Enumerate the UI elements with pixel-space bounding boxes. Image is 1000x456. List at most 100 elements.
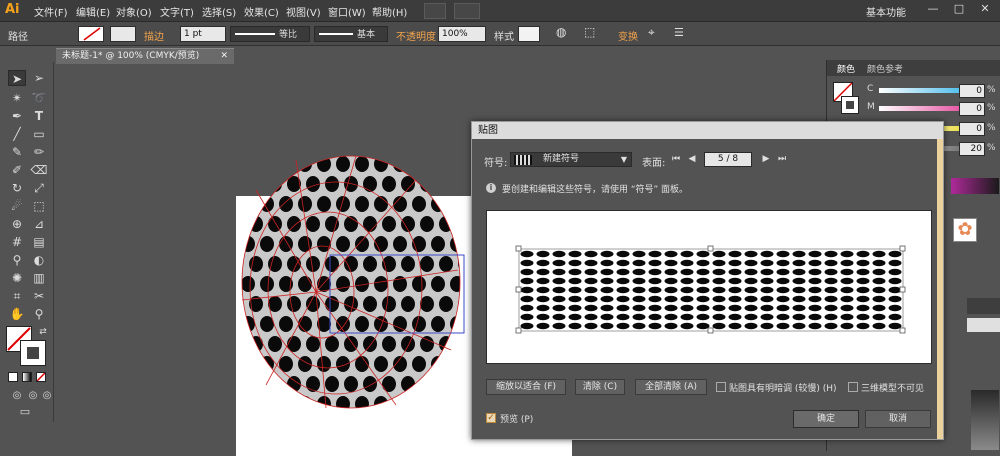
shade-artwork-label[interactable]: 贴图具有明暗调 (较慢) (H): [729, 381, 837, 394]
last-surface-icon[interactable]: ⏭: [776, 153, 788, 166]
channel-value-y[interactable]: 0: [959, 122, 985, 136]
mesh-icon[interactable]: #: [8, 234, 26, 250]
line-icon[interactable]: ╱: [8, 126, 26, 142]
menu-help[interactable]: 帮助(H): [372, 4, 407, 19]
ok-button[interactable]: 确定: [793, 410, 859, 428]
mapped-symbol-preview[interactable]: [487, 211, 933, 365]
color-mode-icon[interactable]: [8, 372, 18, 382]
surface-index-field[interactable]: 5 / 8: [704, 152, 752, 167]
close-button[interactable]: ✕: [976, 2, 994, 18]
isolate-icon[interactable]: ⌖: [648, 25, 655, 40]
panel-menu-icon[interactable]: ☰: [674, 26, 684, 39]
artwork-3d-sphere[interactable]: [236, 150, 476, 450]
stroke-color-box[interactable]: [20, 340, 46, 366]
arrange-documents-button[interactable]: [454, 3, 480, 19]
flower-symbol-icon[interactable]: ✿: [953, 218, 977, 242]
variable-width-profile[interactable]: 等比: [230, 26, 310, 42]
tab-color[interactable]: 颜色: [837, 62, 855, 75]
clear-all-button[interactable]: 全部清除 (A): [635, 379, 707, 395]
zoom-icon[interactable]: ⚲: [30, 306, 48, 322]
channel-value-c[interactable]: 0: [959, 84, 985, 98]
pen-icon[interactable]: ✒: [8, 108, 26, 124]
document-tab[interactable]: 未标题-1* @ 100% (CMYK/预览) ✕: [56, 48, 234, 64]
hand-icon[interactable]: ✋: [8, 306, 26, 322]
swap-fill-stroke-icon[interactable]: ⇄: [34, 324, 52, 340]
graphic-style-swatch[interactable]: [518, 26, 540, 42]
preview-dot: [536, 313, 550, 321]
preview-dot: [728, 286, 742, 294]
warp-icon[interactable]: ☄: [8, 198, 26, 214]
direct-selection-icon[interactable]: ➢: [30, 70, 48, 86]
shade-artwork-checkbox[interactable]: [716, 382, 726, 392]
perspective-icon[interactable]: ⊿: [30, 216, 48, 232]
blend-icon[interactable]: ◐: [30, 252, 48, 268]
color-spectrum[interactable]: [951, 178, 999, 194]
pencil-icon[interactable]: ✏: [30, 144, 48, 160]
stroke-label[interactable]: 描边: [144, 28, 164, 43]
paintbrush-icon[interactable]: ✎: [8, 144, 26, 160]
menu-effect[interactable]: 效果(C): [244, 4, 279, 19]
surface-preview[interactable]: [486, 210, 932, 364]
artboard-icon[interactable]: ⌗: [8, 288, 26, 304]
slice-icon[interactable]: ✂: [30, 288, 48, 304]
lasso-icon[interactable]: ➰: [30, 90, 48, 106]
column-graph-icon[interactable]: ▥: [30, 270, 48, 286]
symbol-sprayer-icon[interactable]: ✺: [8, 270, 26, 286]
screen-mode-icon[interactable]: ▭: [16, 404, 34, 420]
none-mode-icon[interactable]: [36, 372, 46, 382]
free-transform-icon[interactable]: ⬚: [30, 198, 48, 214]
clear-button[interactable]: 清除 (C): [575, 379, 625, 395]
previous-surface-icon[interactable]: ◀: [686, 153, 698, 166]
menu-object[interactable]: 对象(O): [116, 4, 152, 19]
preview-dot: [680, 313, 694, 321]
eyedropper-icon[interactable]: ⚲: [8, 252, 26, 268]
gradient-mode-icon[interactable]: [22, 372, 32, 382]
stroke-weight-field[interactable]: 1 pt: [180, 26, 226, 42]
brush-definition[interactable]: 基本: [314, 26, 388, 42]
draw-inside-icon[interactable]: ◎: [38, 388, 56, 404]
fill-swatch[interactable]: [78, 26, 104, 42]
menu-type[interactable]: 文字(T): [160, 4, 194, 19]
scale-icon[interactable]: ⤢: [30, 180, 48, 196]
workspace-switcher[interactable]: 基本功能: [866, 4, 906, 19]
align-icon[interactable]: ⬚: [584, 25, 595, 39]
close-tab-icon[interactable]: ✕: [220, 49, 228, 64]
tab-color-guide[interactable]: 颜色参考: [867, 62, 903, 75]
menu-view[interactable]: 视图(V): [286, 4, 321, 19]
menu-select[interactable]: 选择(S): [202, 4, 236, 19]
panel-stroke-box[interactable]: [841, 96, 859, 114]
opacity-label[interactable]: 不透明度: [396, 28, 436, 43]
recolor-icon[interactable]: ◍: [556, 25, 566, 39]
panel-field[interactable]: [967, 318, 1000, 332]
channel-value-m[interactable]: 0: [959, 102, 985, 116]
symbol-dot-grid: [520, 250, 902, 330]
magic-wand-icon[interactable]: ✴: [8, 90, 26, 106]
symbol-dropdown[interactable]: 新建符号 ▼: [510, 152, 632, 167]
opacity-field[interactable]: 100%: [438, 26, 486, 42]
type-icon[interactable]: T: [30, 108, 48, 124]
blob-brush-icon[interactable]: ✐: [8, 162, 26, 178]
rotate-icon[interactable]: ↻: [8, 180, 26, 196]
minimize-button[interactable]: —: [924, 2, 942, 18]
rectangle-icon[interactable]: ▭: [30, 126, 48, 142]
selection-icon[interactable]: ➤: [8, 70, 26, 86]
invisible-geometry-label[interactable]: 三维模型不可见: [861, 381, 924, 394]
menu-window[interactable]: 窗口(W): [328, 4, 366, 19]
cancel-button[interactable]: 取消: [865, 410, 931, 428]
next-surface-icon[interactable]: ▶: [760, 153, 772, 166]
maximize-button[interactable]: □: [950, 2, 968, 18]
stroke-swatch[interactable]: [110, 26, 136, 42]
first-surface-icon[interactable]: ⏮: [670, 153, 682, 166]
preview-label[interactable]: 预览 (P): [500, 412, 533, 425]
channel-value-k[interactable]: 20: [959, 142, 985, 156]
scale-to-fit-button[interactable]: 缩放以适合 (F): [486, 379, 566, 395]
menu-file[interactable]: 文件(F): [34, 4, 68, 19]
menu-edit[interactable]: 编辑(E): [76, 4, 110, 19]
bridge-button[interactable]: [424, 3, 446, 19]
invisible-geometry-checkbox[interactable]: [848, 382, 858, 392]
eraser-icon[interactable]: ⌫: [30, 162, 48, 178]
preview-checkbox[interactable]: ✓: [486, 413, 496, 423]
gradient-icon[interactable]: ▤: [30, 234, 48, 250]
transform-label[interactable]: 变换: [618, 28, 638, 43]
shape-builder-icon[interactable]: ⊕: [8, 216, 26, 232]
